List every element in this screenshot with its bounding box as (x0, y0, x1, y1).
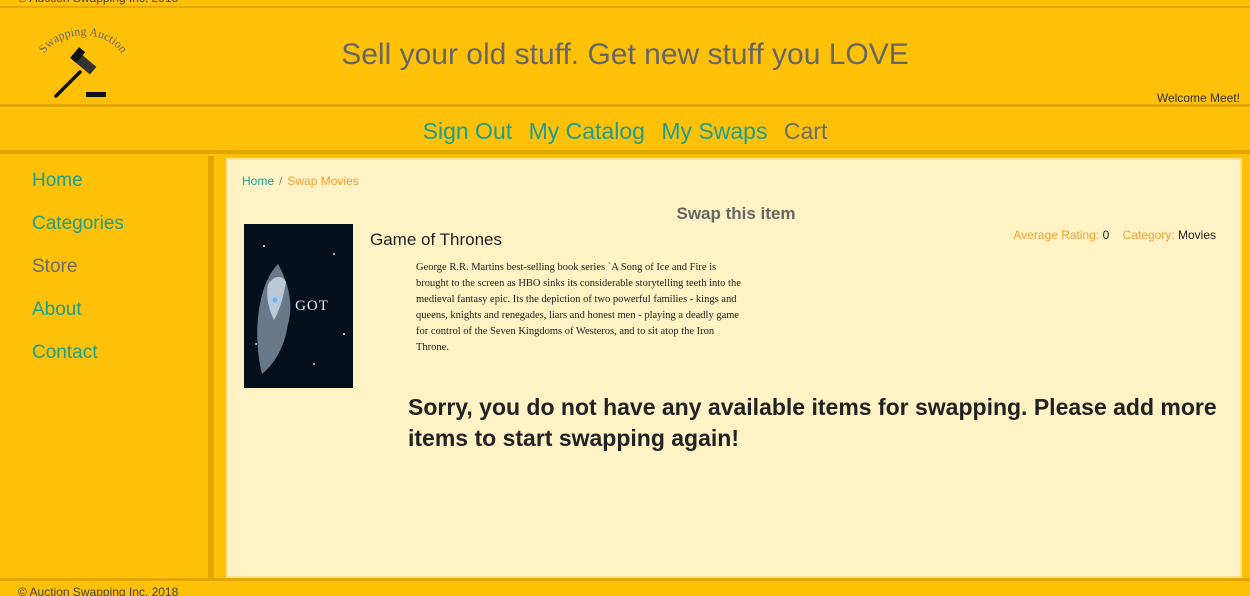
category-value: Movies (1177, 228, 1216, 242)
site-header: Swapping Auction Sell your old stuff. Ge… (0, 10, 1250, 107)
nav-cart[interactable]: Cart (784, 108, 827, 154)
sidebar: Home Categories Store About Contact (8, 156, 214, 578)
item-meta: Average Rating: 0 Category: Movies (1013, 228, 1226, 242)
rating-label: Average Rating: (1013, 228, 1100, 242)
item-poster-image[interactable]: GOT (244, 224, 353, 388)
rating-value: 0 (1102, 228, 1110, 242)
sidebar-item-contact[interactable]: Contact (8, 340, 208, 383)
breadcrumb-current: Swap Movies (287, 174, 359, 188)
top-navigation: Sign Out My Catalog My Swaps Cart (0, 108, 1250, 154)
item-title: Game of Thrones (370, 230, 502, 249)
top-copyright-text: © Auction Swapping Inc. 2018 (18, 0, 178, 5)
poster-title-text: GOT (295, 298, 329, 314)
breadcrumb: Home / Swap Movies (242, 174, 359, 188)
poster-artwork: GOT (244, 224, 353, 388)
site-footer: © Auction Swapping Inc. 2018 (0, 578, 1250, 596)
nav-sign-out[interactable]: Sign Out (423, 108, 513, 154)
sidebar-item-home[interactable]: Home (8, 168, 208, 211)
site-tagline: Sell your old stuff. Get new stuff you L… (341, 38, 909, 71)
breadcrumb-home-link[interactable]: Home (242, 174, 274, 188)
sidebar-item-about[interactable]: About (8, 297, 208, 340)
category-label: Category: (1122, 228, 1175, 242)
sidebar-item-store[interactable]: Store (8, 254, 208, 297)
nav-my-swaps[interactable]: My Swaps (661, 108, 767, 154)
breadcrumb-separator: / (279, 174, 283, 188)
nav-my-catalog[interactable]: My Catalog (529, 108, 645, 154)
item-description: George R.R. Martins best-selling book se… (416, 262, 741, 353)
sidebar-item-categories[interactable]: Categories (8, 211, 208, 254)
top-copyright-strip: © Auction Swapping Inc. 2018 (0, 0, 1250, 8)
footer-copyright: © Auction Swapping Inc. 2018 (18, 585, 179, 596)
welcome-message: Welcome Meet! (1156, 91, 1240, 105)
no-items-message: Sorry, you do not have any available ite… (408, 394, 1217, 451)
main-content: Home / Swap Movies Swap this item GOT Game… (226, 158, 1242, 578)
page-title: Swap this item (676, 204, 796, 223)
